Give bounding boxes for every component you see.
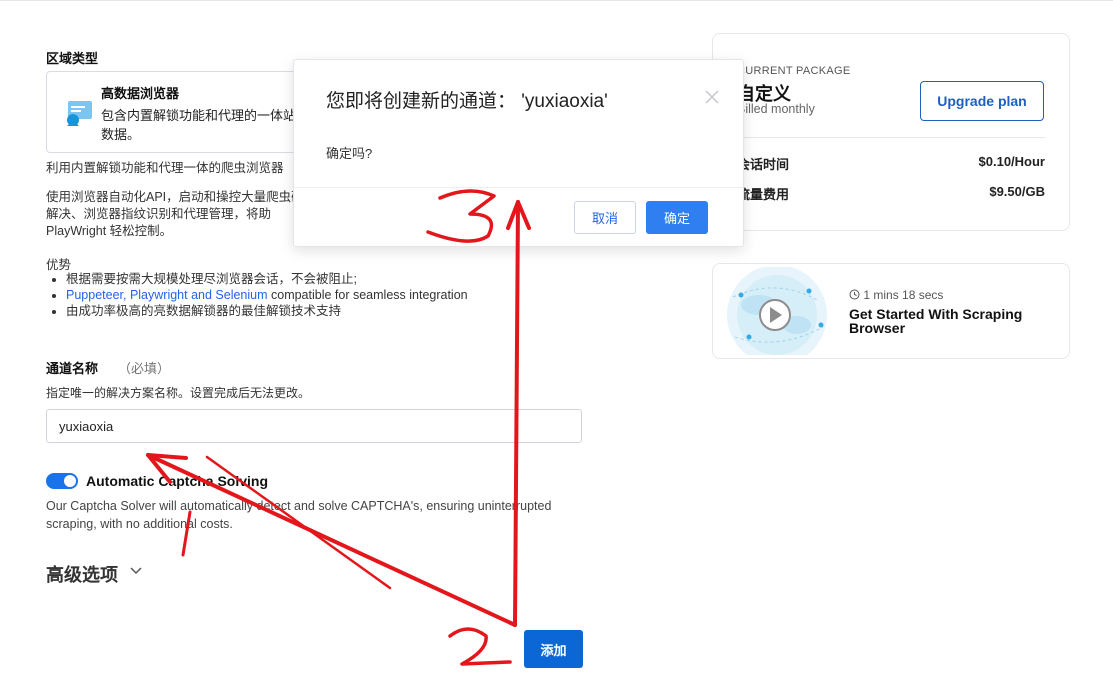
channel-name-label: 通道名称	[46, 361, 99, 376]
zone-detail: 使用浏览器自动化API，启动和操控大量爬虫码解决、浏览器指纹识别和代理管理，将助…	[46, 190, 304, 238]
step-2-mark	[448, 627, 512, 666]
top-border	[0, 0, 1113, 1]
price-row: 会话时间 $0.10/Hour	[737, 154, 1045, 173]
zone-type-title: 区域类型	[46, 51, 99, 66]
add-button[interactable]: 添加	[524, 630, 583, 668]
price-value: $0.10/Hour	[978, 154, 1045, 169]
channel-name-hint: 指定唯一的解决方案名称。设置完成后无法更改。	[46, 386, 311, 400]
advantage-item: 由成功率极高的亮数据解锁器的最佳解锁技术支持	[66, 303, 468, 319]
required-marker: （必填）	[118, 361, 171, 376]
dialog-title: 您即将创建新的通道： 'yuxiaoxia'	[326, 91, 608, 112]
toggle-knob	[64, 475, 76, 487]
price-label: 会话时间	[737, 157, 790, 172]
package-card: CURRENT PACKAGE 自定义 Billed monthly Upgra…	[712, 33, 1070, 231]
upgrade-plan-button[interactable]: Upgrade plan	[920, 81, 1044, 121]
browser-icon	[67, 101, 92, 126]
advantages-list: 根据需要按需大规模处理尽浏览器会话，不会被阻止; Puppeteer, Play…	[46, 271, 468, 319]
chevron-down-icon[interactable]	[128, 562, 144, 578]
divider	[294, 187, 743, 188]
captcha-label: Automatic Captcha Solving	[86, 473, 269, 489]
duration-text: 1 mins 18 secs	[863, 288, 944, 302]
advantage-item: 根据需要按需大规模处理尽浏览器会话，不会被阻止;	[66, 271, 468, 287]
channel-name-input[interactable]	[46, 409, 582, 443]
zone-card-name: 高数据浏览器	[101, 86, 180, 101]
close-icon[interactable]	[704, 89, 720, 105]
dialog-message: 确定吗?	[326, 146, 373, 161]
price-row: 流量费用 $9.50/GB	[737, 184, 1045, 203]
video-card[interactable]: 1 mins 18 secs Get Started With Scraping…	[712, 263, 1070, 359]
globe-thumbnail-icon	[727, 267, 827, 355]
confirm-dialog: 您即将创建新的通道： 'yuxiaoxia' 确定吗? 取消 确定	[293, 59, 744, 247]
advantage-item: Puppeteer, Playwright and Selenium compa…	[66, 287, 468, 303]
package-label: CURRENT PACKAGE	[737, 65, 851, 77]
zone-summary: 利用内置解锁功能和代理一体的爬虫浏览器	[46, 161, 284, 175]
cancel-button[interactable]: 取消	[574, 201, 636, 234]
price-label: 流量费用	[737, 187, 790, 202]
integration-link[interactable]: Puppeteer, Playwright and Selenium	[66, 288, 268, 302]
video-title[interactable]: Get Started With Scraping Browser	[849, 307, 1049, 335]
billing-period: Billed monthly	[737, 102, 815, 116]
confirm-button[interactable]: 确定	[646, 201, 708, 234]
video-duration: 1 mins 18 secs	[849, 288, 943, 302]
captcha-toggle[interactable]	[46, 473, 78, 489]
divider	[737, 137, 1045, 138]
clock-icon	[849, 289, 860, 300]
price-value: $9.50/GB	[989, 184, 1045, 199]
advantage-text: compatible for seamless integration	[267, 288, 468, 302]
advanced-options-toggle[interactable]: 高级选项	[46, 561, 118, 587]
captcha-description: Our Captcha Solver will automatically de…	[46, 499, 552, 531]
